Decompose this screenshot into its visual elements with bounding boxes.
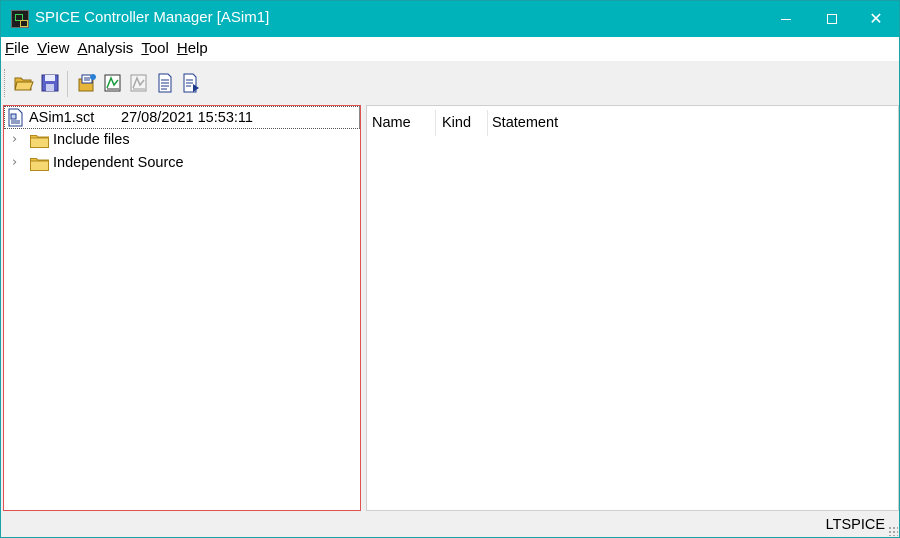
edit-netlist-button[interactable] (76, 72, 98, 94)
title-bar[interactable]: SPICE Controller Manager [ASim1] ✕ (1, 1, 899, 37)
document-icon (158, 73, 172, 93)
chevron-right-icon[interactable]: › (12, 156, 22, 170)
folder-icon (30, 135, 49, 148)
column-header-kind[interactable]: Kind (442, 106, 471, 140)
menu-file[interactable]: File (1, 37, 33, 61)
statement-list[interactable]: Name Kind Statement (366, 105, 899, 511)
edit-netlist-icon (78, 74, 96, 92)
sct-file-icon (8, 108, 23, 127)
status-simulator: LTSPICE (825, 517, 885, 533)
window-title: SPICE Controller Manager [ASim1] (35, 9, 270, 26)
column-header-statement[interactable]: Statement (492, 106, 558, 140)
column-separator[interactable] (435, 110, 436, 136)
toolbar-separator (67, 71, 68, 97)
app-icon[interactable] (11, 10, 29, 28)
app-window: SPICE Controller Manager [ASim1] ✕ File … (0, 0, 900, 538)
save-disk-icon (41, 74, 59, 92)
tree-node-include-files[interactable]: › Include files (4, 130, 360, 152)
chevron-right-icon[interactable]: › (12, 133, 22, 147)
menu-view[interactable]: View (33, 37, 73, 61)
document-run-icon (183, 73, 199, 93)
menu-bar: File View Analysis Tool Help (1, 37, 899, 61)
tree-node-label: Independent Source (53, 155, 184, 171)
menu-tool[interactable]: Tool (137, 37, 173, 61)
open-folder-icon (14, 77, 34, 91)
run-analysis-disabled-icon (130, 74, 147, 92)
status-bar: LTSPICE (1, 513, 899, 537)
project-tree[interactable]: ASim1.sct 27/08/2021 15:53:11 › Include … (3, 105, 361, 511)
menu-analysis[interactable]: Analysis (73, 37, 137, 61)
save-button[interactable] (39, 72, 61, 94)
close-icon: ✕ (869, 9, 883, 28)
run-analysis-icon (104, 74, 121, 92)
maximize-icon (827, 14, 837, 24)
minimize-button[interactable] (763, 1, 809, 37)
tree-node-independent-source[interactable]: › Independent Source (4, 153, 360, 175)
toolbar (1, 63, 899, 103)
close-button[interactable]: ✕ (853, 1, 899, 37)
run-analysis-button[interactable] (102, 72, 124, 94)
document-run-button[interactable] (180, 72, 202, 94)
open-button[interactable] (13, 72, 35, 94)
menu-help[interactable]: Help (173, 37, 212, 61)
tree-root-name: ASim1.sct (29, 110, 95, 126)
folder-icon (30, 158, 49, 171)
tree-root-date: 27/08/2021 15:53:11 (121, 110, 253, 126)
minimize-icon (781, 18, 791, 20)
tree-node-label: Include files (53, 132, 130, 148)
column-separator[interactable] (487, 110, 488, 136)
run-analysis-disabled-button[interactable] (128, 72, 150, 94)
maximize-button[interactable] (809, 1, 855, 37)
column-header-name[interactable]: Name (372, 106, 411, 140)
document-button[interactable] (154, 72, 176, 94)
toolbar-grip[interactable] (4, 69, 7, 97)
resize-grip-icon[interactable] (888, 526, 898, 536)
tree-root-item[interactable]: ASim1.sct 27/08/2021 15:53:11 (4, 106, 360, 129)
